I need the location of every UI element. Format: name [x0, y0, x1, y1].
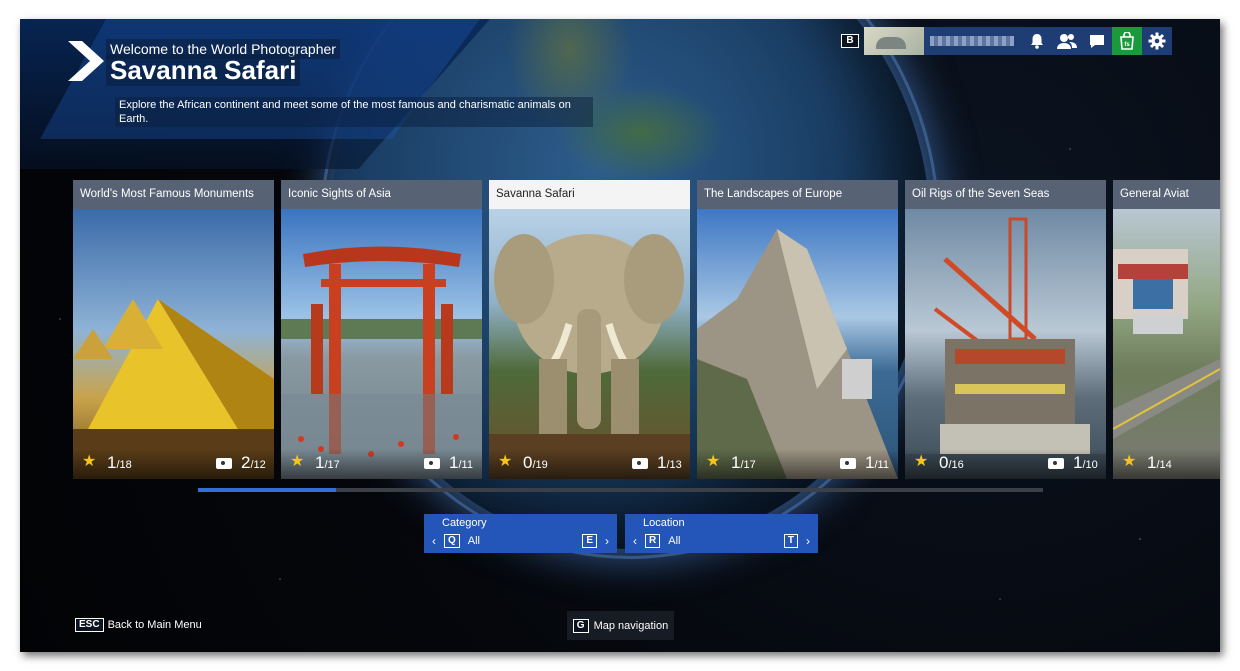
stars-count: 1/18 [107, 453, 132, 472]
star-icon: ★ [82, 453, 97, 470]
chevron-right-icon[interactable]: › [601, 534, 613, 548]
category-filter[interactable]: Category ‹ Q All E › [424, 514, 617, 553]
photos-count: 1/10 [1073, 453, 1098, 472]
avatar[interactable] [864, 27, 924, 55]
stars-count: 0/19 [523, 453, 548, 472]
carousel-scrollbar[interactable] [198, 488, 1043, 492]
card-oil-rigs[interactable]: Oil Rigs of the Seven Seas ★ 0/16 1/10 [905, 180, 1106, 479]
camera-icon [216, 458, 232, 469]
card-stats: ★ 1/17 1/11 [697, 449, 898, 479]
star-icon: ★ [914, 453, 929, 470]
camera-icon [1048, 458, 1064, 469]
card-stats: ★ 1/14 [1113, 449, 1220, 479]
chat-icon[interactable] [1082, 27, 1112, 55]
card-image-torii [281, 209, 482, 479]
card-image-rock [697, 209, 898, 479]
map-navigation-label: Map navigation [593, 619, 669, 632]
camera-icon [840, 458, 856, 469]
card-stats: ★ 0/16 1/10 [905, 449, 1106, 479]
card-image-pyramids [73, 209, 274, 479]
chevron-left-icon[interactable]: ‹ [629, 534, 641, 548]
card-title: Iconic Sights of Asia [281, 180, 482, 209]
photos-count: 1/13 [657, 453, 682, 472]
location-next-key[interactable]: T [783, 534, 798, 548]
g-key-hint: G [572, 618, 589, 633]
chevron-left-icon[interactable]: ‹ [428, 534, 440, 548]
scrollbar-thumb[interactable] [198, 488, 336, 492]
card-image-elephant [489, 209, 690, 479]
camera-icon [424, 458, 440, 469]
card-stats: ★ 0/19 1/13 [489, 449, 690, 479]
stars-count: 1/17 [731, 453, 756, 472]
photos-count: 1/11 [865, 453, 889, 472]
card-world-monuments[interactable]: World's Most Famous Monuments ★ 1/18 2/1… [73, 180, 274, 479]
gear-icon[interactable] [1142, 27, 1172, 55]
photos-count: 1/11 [449, 453, 473, 472]
card-title: General Aviat [1113, 180, 1220, 209]
category-label: Category [442, 517, 487, 529]
location-value: All [668, 535, 681, 547]
page-description: Explore the African continent and meet s… [115, 97, 593, 127]
svg-text:fs: fs [1124, 42, 1130, 48]
card-stats: ★ 1/17 1/11 [281, 449, 482, 479]
profile-bar: fs [864, 27, 1172, 55]
card-landscapes-europe[interactable]: The Landscapes of Europe ★ 1/17 1/11 [697, 180, 898, 479]
stars-count: 1/14 [1147, 453, 1172, 472]
location-filter[interactable]: Location ‹ R All T › [625, 514, 818, 553]
b-key-hint[interactable]: B [841, 34, 859, 48]
card-iconic-asia[interactable]: Iconic Sights of Asia ★ 1/17 1/11 [281, 180, 482, 479]
friends-icon[interactable] [1052, 27, 1082, 55]
category-value: All [467, 535, 481, 547]
star-icon: ★ [498, 453, 513, 470]
username-blurred[interactable] [930, 36, 1014, 46]
camera-icon [632, 458, 648, 469]
photos-count: 2/12 [241, 453, 266, 472]
card-image-airfield [1113, 209, 1220, 479]
esc-key-hint: ESC [75, 618, 104, 632]
category-next-key[interactable]: E [582, 534, 597, 548]
back-to-main-menu[interactable]: ESC Back to Main Menu [75, 618, 202, 632]
bell-icon[interactable] [1022, 27, 1052, 55]
category-prev-key[interactable]: Q [444, 534, 460, 548]
star-icon: ★ [1122, 453, 1137, 470]
map-navigation-button[interactable]: G Map navigation [567, 611, 674, 640]
chevron-logo-icon [68, 41, 104, 81]
shop-icon[interactable]: fs [1112, 27, 1142, 55]
card-title: Oil Rigs of the Seven Seas [905, 180, 1106, 209]
page-title: Savanna Safari [106, 55, 301, 86]
stars-count: 0/16 [939, 453, 964, 472]
card-image-oil-rig [905, 209, 1106, 479]
star-icon: ★ [706, 453, 721, 470]
card-title: Savanna Safari [489, 180, 690, 209]
star-icon: ★ [290, 453, 305, 470]
location-prev-key[interactable]: R [645, 534, 661, 548]
card-savanna-safari[interactable]: Savanna Safari ★ 0/19 1/13 [489, 180, 690, 479]
app-window: Welcome to the World Photographer Savann… [20, 19, 1220, 652]
card-title: World's Most Famous Monuments [73, 180, 274, 209]
card-general-aviation[interactable]: General Aviat ★ 1/14 [1113, 180, 1220, 479]
chevron-right-icon[interactable]: › [802, 534, 814, 548]
back-label: Back to Main Menu [107, 619, 202, 631]
card-title: The Landscapes of Europe [697, 180, 898, 209]
location-label: Location [643, 517, 685, 529]
stars-count: 1/17 [315, 453, 340, 472]
card-stats: ★ 1/18 2/12 [73, 449, 274, 479]
